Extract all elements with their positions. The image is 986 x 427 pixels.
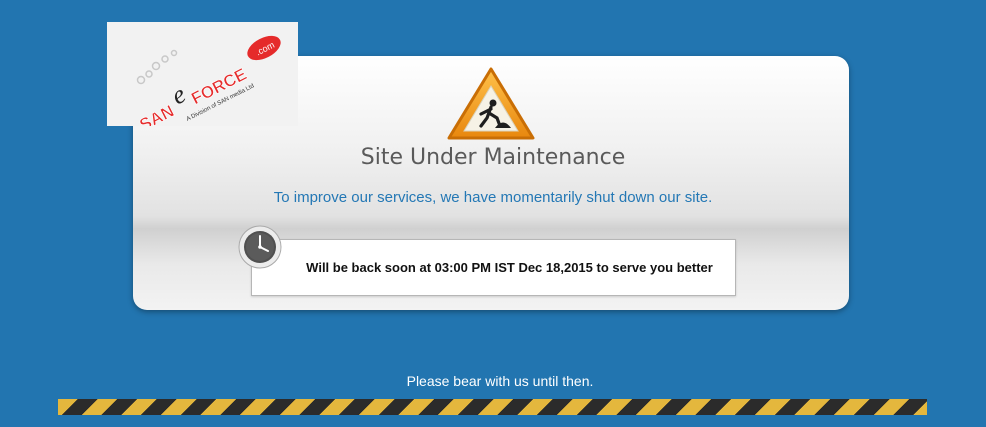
hazard-stripe: [58, 399, 927, 415]
clock-icon: [238, 225, 282, 269]
return-time-text: Will be back soon at 03:00 PM IST Dec 18…: [306, 260, 713, 275]
svg-text:SAN: SAN: [136, 101, 177, 126]
under-construction-warning-icon: [445, 66, 537, 142]
maintenance-subtitle: To improve our services, we have momenta…: [273, 189, 713, 206]
logo-graphic: SAN e FORCE A Division of SAN media Ltd …: [136, 35, 281, 126]
footer-message: Please bear with us until then.: [406, 373, 594, 389]
saneforce-logo[interactable]: SAN e FORCE A Division of SAN media Ltd …: [107, 22, 298, 126]
page-title: Site Under Maintenance: [360, 145, 626, 170]
return-time-notice: Will be back soon at 03:00 PM IST Dec 18…: [251, 239, 736, 296]
maintenance-page: SAN e FORCE A Division of SAN media Ltd …: [0, 0, 986, 427]
